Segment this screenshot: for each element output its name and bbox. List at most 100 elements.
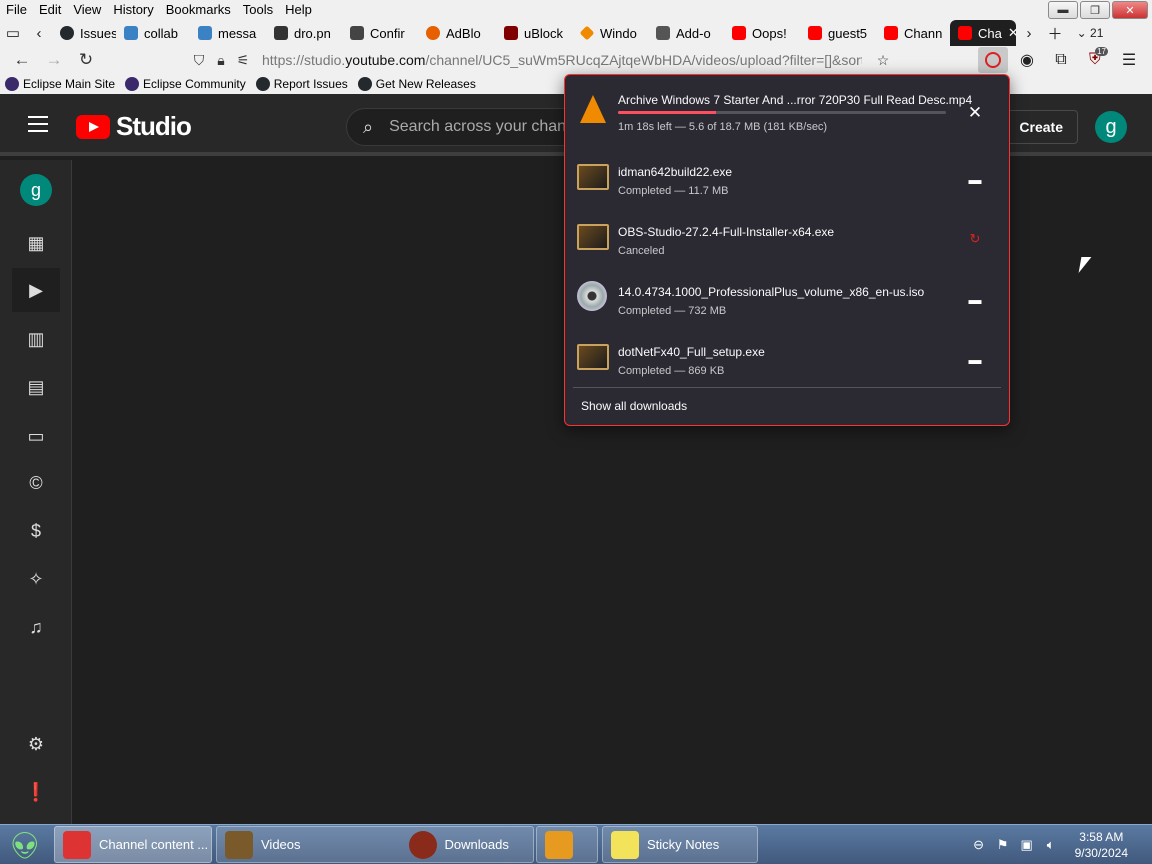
- forward-icon[interactable]: →: [38, 46, 70, 74]
- avatar[interactable]: g: [1095, 111, 1127, 143]
- taskbar-item-explorer[interactable]: Videos Downloads: [216, 826, 534, 863]
- minimize-button[interactable]: ▬: [1048, 1, 1078, 19]
- taskbar-item-media[interactable]: [536, 826, 598, 863]
- channel-avatar[interactable]: g: [12, 168, 60, 212]
- menu-help[interactable]: Help: [279, 0, 318, 20]
- downloads-icon[interactable]: [978, 47, 1008, 73]
- download-item[interactable]: OBS-Studio-27.2.4-Full-Installer-x64.exe…: [573, 209, 1001, 269]
- permissions-icon[interactable]: ⚟: [232, 52, 254, 69]
- media-player-icon: [545, 830, 573, 859]
- tab-label: Cha: [978, 25, 1002, 41]
- tab-label: uBlock: [524, 25, 564, 41]
- retry-icon[interactable]: ↻: [965, 229, 985, 249]
- navigation-bar: ← → ↻ ⛉ 🔒︎ ⚟ https://studio.youtube.com/…: [0, 46, 1152, 74]
- extension-badge: 17: [1095, 47, 1108, 56]
- bookmark-report-issues[interactable]: Report Issues: [251, 77, 353, 91]
- bookmark-label: Eclipse Main Site: [23, 77, 116, 91]
- menu-history[interactable]: History: [107, 0, 159, 20]
- new-tab-icon[interactable]: ＋: [1042, 20, 1068, 46]
- reload-icon[interactable]: ↻: [70, 46, 102, 74]
- hamburger-menu-icon[interactable]: [28, 116, 48, 137]
- download-item[interactable]: 14.0.4734.1000_ProfessionalPlus_volume_x…: [573, 269, 1001, 329]
- earn-icon[interactable]: $: [12, 509, 60, 553]
- tab-label: Chann: [904, 25, 943, 41]
- start-button-alien-icon[interactable]: 👽︎: [4, 825, 46, 864]
- maximize-button[interactable]: ❐: [1080, 1, 1110, 19]
- subtitles-icon[interactable]: ▭: [12, 414, 60, 458]
- avatar-letter: g: [1105, 115, 1117, 138]
- taskbar-item-firefox[interactable]: Channel content ...: [54, 826, 212, 863]
- studio-logo-text: Studio: [116, 111, 192, 141]
- customization-icon[interactable]: ✧: [12, 557, 60, 601]
- scroll-tabs-right-icon[interactable]: ›: [1016, 20, 1042, 46]
- diamond-icon: [579, 25, 595, 41]
- tab-active-channel[interactable]: Cha ✕: [950, 20, 1016, 46]
- download-filename: 14.0.4734.1000_ProfessionalPlus_volume_x…: [618, 285, 925, 299]
- close-icon[interactable]: ✕: [965, 103, 985, 123]
- copyright-icon[interactable]: ©: [12, 461, 60, 505]
- folder-icon[interactable]: ▬: [965, 289, 985, 309]
- folder-icon[interactable]: ▬: [965, 349, 985, 369]
- download-filename: Archive Windows 7 Starter And ...rror 72…: [618, 93, 973, 107]
- download-item[interactable]: Archive Windows 7 Starter And ...rror 72…: [573, 83, 1001, 143]
- menu-view[interactable]: View: [67, 0, 107, 20]
- settings-icon[interactable]: ⚙: [12, 722, 60, 766]
- tab-windo[interactable]: Windo: [572, 20, 648, 46]
- analytics-icon[interactable]: ▥: [12, 317, 60, 361]
- close-window-button[interactable]: ✕: [1112, 1, 1148, 19]
- tab-chann[interactable]: Chann: [876, 20, 950, 46]
- url-domain: youtube.com: [345, 52, 426, 68]
- address-bar[interactable]: ⛉ 🔒︎ ⚟ https://studio.youtube.com/channe…: [188, 48, 900, 72]
- document-icon: [124, 26, 138, 40]
- bookmark-star-icon[interactable]: ☆: [872, 52, 894, 69]
- clock[interactable]: 3:58 AM 9/30/2024: [1075, 829, 1128, 861]
- tab-oops[interactable]: Oops!: [724, 20, 800, 46]
- search-icon: ⌕: [363, 116, 374, 137]
- tab-messa[interactable]: messa: [190, 20, 266, 46]
- scroll-tabs-left-icon[interactable]: ‹: [26, 20, 52, 46]
- tab-guest5[interactable]: guest5: [800, 20, 876, 46]
- show-all-downloads-link[interactable]: Show all downloads: [581, 399, 687, 413]
- shield-icon[interactable]: ⛉: [188, 52, 210, 69]
- menu-file[interactable]: File: [0, 0, 33, 20]
- download-item[interactable]: dotNetFx40_Full_setup.exe Completed — 86…: [573, 329, 1001, 389]
- studio-logo[interactable]: Studio: [76, 111, 192, 142]
- account-icon[interactable]: ◉: [1012, 47, 1042, 73]
- tab-list-icon[interactable]: ▭: [0, 20, 26, 46]
- bookmark-get-new-releases[interactable]: Get New Releases: [353, 77, 481, 91]
- tab-adblock[interactable]: AdBlo: [418, 20, 496, 46]
- download-item[interactable]: idman642build22.exe Completed — 11.7 MB …: [573, 149, 1001, 209]
- action-center-icon[interactable]: ⚑: [995, 837, 1011, 853]
- feedback-icon[interactable]: ❗: [12, 770, 60, 814]
- url-text[interactable]: https://studio.youtube.com/channel/UC5_s…: [262, 52, 862, 68]
- audio-library-icon[interactable]: ♫: [12, 605, 60, 649]
- folder-icon[interactable]: ▬: [965, 169, 985, 189]
- back-icon[interactable]: ←: [6, 46, 38, 74]
- tab-addons[interactable]: Add-o: [648, 20, 724, 46]
- taskbar-item-sticky-notes[interactable]: Sticky Notes: [602, 826, 758, 863]
- menu-edit[interactable]: Edit: [33, 0, 67, 20]
- ublock-extension-icon[interactable]: ⛨ 17: [1080, 47, 1110, 73]
- extensions-icon[interactable]: ⧉: [1046, 47, 1076, 73]
- bookmark-eclipse-main[interactable]: Eclipse Main Site: [0, 77, 120, 91]
- tab-confir[interactable]: Confir: [342, 20, 418, 46]
- tab-ublock[interactable]: uBlock: [496, 20, 572, 46]
- comments-icon[interactable]: ▤: [12, 365, 60, 409]
- close-tab-icon[interactable]: ✕: [1008, 25, 1016, 41]
- search-input[interactable]: ⌕ Search across your channel: [346, 108, 586, 146]
- content-icon[interactable]: ▶: [12, 268, 60, 312]
- all-tabs-button[interactable]: ⌄ 21: [1068, 20, 1112, 46]
- tab-collab[interactable]: collab: [116, 20, 190, 46]
- tab-issues[interactable]: Issues: [52, 20, 116, 46]
- tab-dropn[interactable]: dro.pn: [266, 20, 342, 46]
- dashboard-icon[interactable]: ▦: [12, 221, 60, 265]
- lock-icon[interactable]: 🔒︎: [210, 52, 232, 69]
- network-icon[interactable]: ▣: [1019, 837, 1035, 853]
- menu-tools[interactable]: Tools: [237, 0, 279, 20]
- clock-time: 3:58 AM: [1079, 830, 1124, 844]
- menu-bookmarks[interactable]: Bookmarks: [160, 0, 237, 20]
- bookmark-eclipse-community[interactable]: Eclipse Community: [120, 77, 251, 91]
- volume-muted-icon[interactable]: 🔈︎: [1043, 837, 1059, 853]
- app-menu-icon[interactable]: ☰: [1114, 47, 1144, 73]
- tray-app-icon[interactable]: ⊖: [971, 837, 987, 853]
